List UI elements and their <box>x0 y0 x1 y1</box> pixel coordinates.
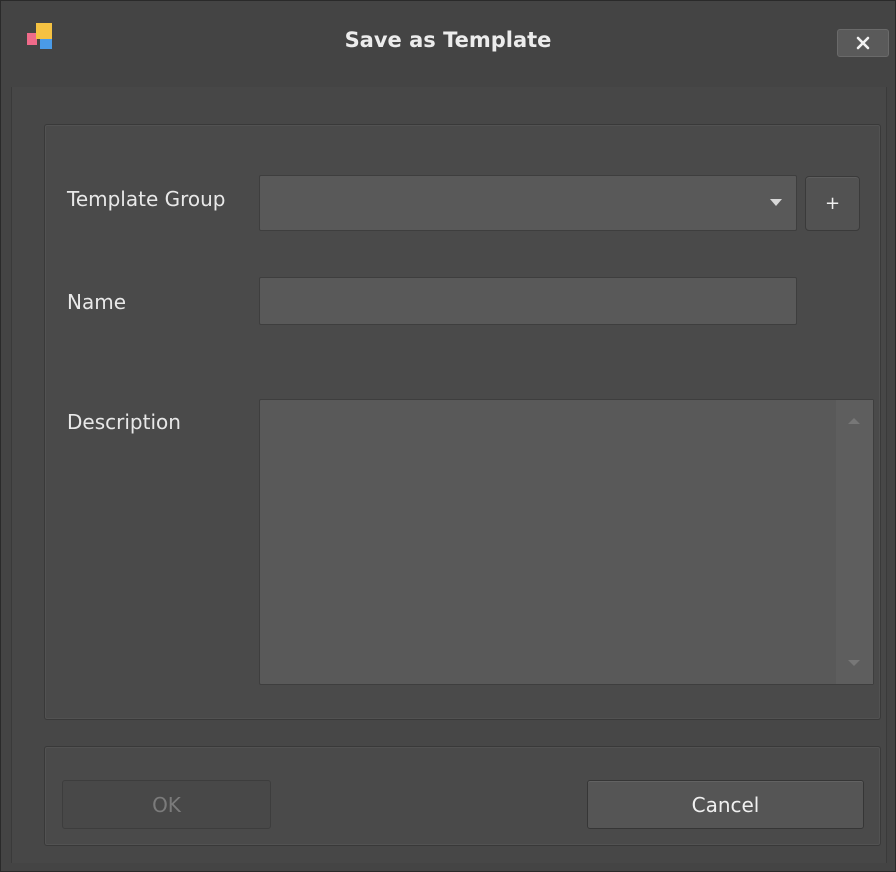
description-scrollbar[interactable] <box>836 400 873 684</box>
close-button[interactable] <box>837 29 889 57</box>
title-bar: Save as Template <box>1 1 895 87</box>
close-icon <box>856 36 870 50</box>
dialog-title: Save as Template <box>344 28 552 52</box>
add-template-group-button[interactable]: + <box>805 176 860 231</box>
name-label: Name <box>67 290 127 314</box>
description-label: Description <box>67 410 181 434</box>
description-textarea[interactable] <box>259 399 874 685</box>
template-group-dropdown[interactable] <box>259 175 797 231</box>
scroll-up-arrow-icon[interactable] <box>848 418 860 424</box>
ok-button[interactable]: OK <box>62 780 271 829</box>
template-group-label: Template Group <box>67 187 226 211</box>
scroll-down-arrow-icon[interactable] <box>848 660 860 666</box>
cancel-button[interactable]: Cancel <box>587 780 864 829</box>
name-input[interactable] <box>259 277 797 325</box>
chevron-down-icon <box>770 199 782 206</box>
